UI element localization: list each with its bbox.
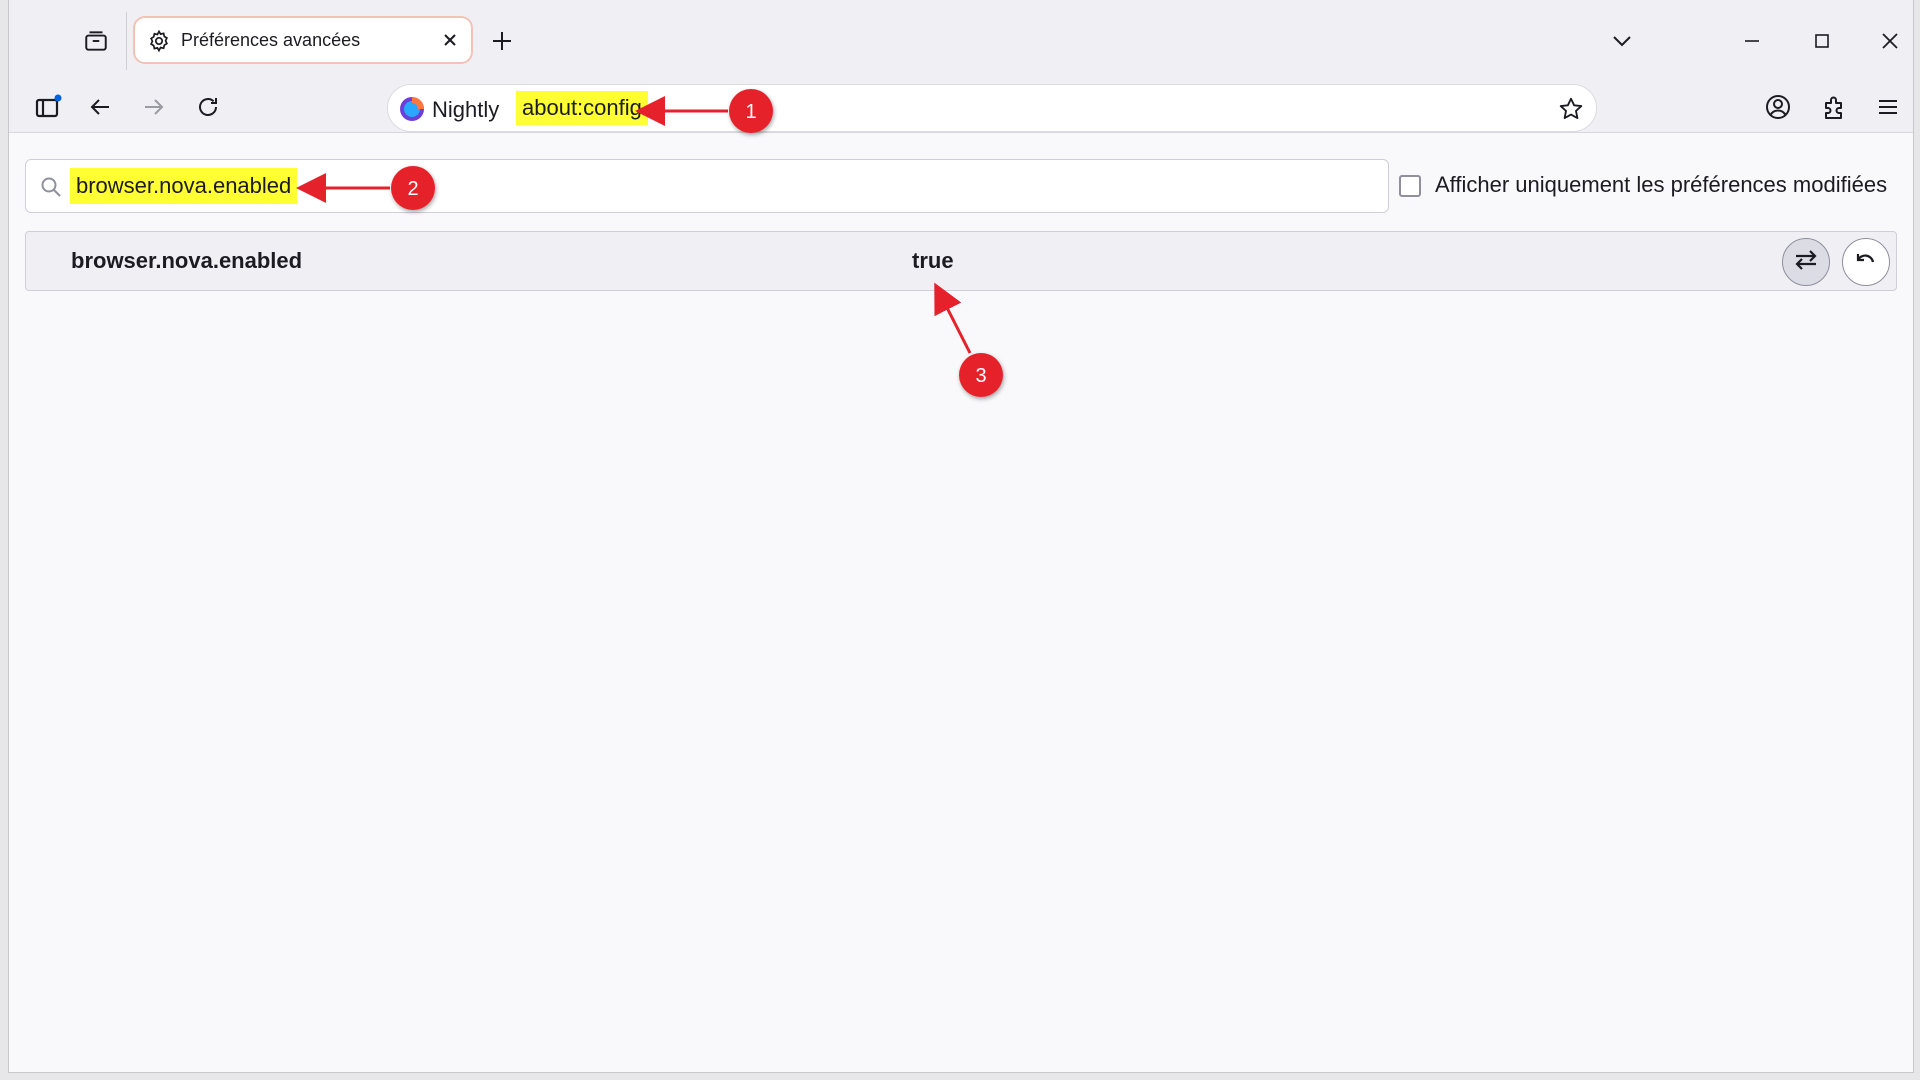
forward-arrow-icon[interactable] [139, 92, 169, 122]
gear-icon [147, 29, 171, 53]
minimize-icon[interactable] [1737, 26, 1767, 56]
preference-search-box[interactable]: browser.nova.enabled [25, 159, 1389, 213]
maximize-icon[interactable] [1807, 26, 1837, 56]
modified-only-label[interactable]: Afficher uniquement les préférences modi… [1435, 172, 1887, 198]
bookmark-star-icon[interactable] [1558, 96, 1584, 122]
preference-name: browser.nova.enabled [71, 248, 303, 273]
new-tab-icon[interactable] [487, 26, 517, 56]
search-input[interactable]: browser.nova.enabled [70, 168, 298, 204]
preference-row: browser.nova.enabled true [25, 231, 1897, 291]
undo-arrow-icon [1853, 247, 1879, 278]
account-icon[interactable] [1761, 90, 1795, 124]
tab-overview-icon[interactable] [81, 26, 111, 56]
menu-hamburger-icon[interactable] [1871, 90, 1905, 124]
identity-label: Nightly [432, 97, 500, 122]
reload-icon[interactable] [193, 92, 223, 122]
list-tabs-chevron-icon[interactable] [1607, 26, 1637, 56]
close-tab-icon[interactable] [439, 29, 461, 51]
search-icon [40, 176, 62, 198]
reset-button[interactable] [1842, 238, 1890, 286]
toggle-button[interactable] [1782, 238, 1830, 286]
back-arrow-icon[interactable] [85, 92, 115, 122]
browser-window: Préférences avancées Nightly about:confi… [8, 0, 1914, 1073]
tab-title: Préférences avancées [181, 30, 361, 50]
sidebar-icon[interactable] [31, 90, 65, 124]
url-bar[interactable]: Nightly about:config [387, 84, 1597, 132]
nightly-logo-icon [398, 95, 426, 123]
modified-only-checkbox[interactable] [1399, 175, 1421, 197]
tab-separator [126, 12, 127, 70]
close-window-icon[interactable] [1875, 26, 1905, 56]
tab-strip: Préférences avancées [9, 0, 1913, 80]
preference-value[interactable]: true [912, 248, 954, 274]
url-text[interactable]: about:config [516, 91, 648, 125]
about-config-page: browser.nova.enabled Afficher uniquement… [9, 133, 1913, 1072]
tab-advanced-preferences[interactable]: Préférences avancées [133, 16, 473, 64]
extensions-puzzle-icon[interactable] [1817, 90, 1851, 124]
navigation-toolbar: Nightly about:config [9, 80, 1913, 132]
toggle-arrows-icon [1792, 246, 1820, 279]
